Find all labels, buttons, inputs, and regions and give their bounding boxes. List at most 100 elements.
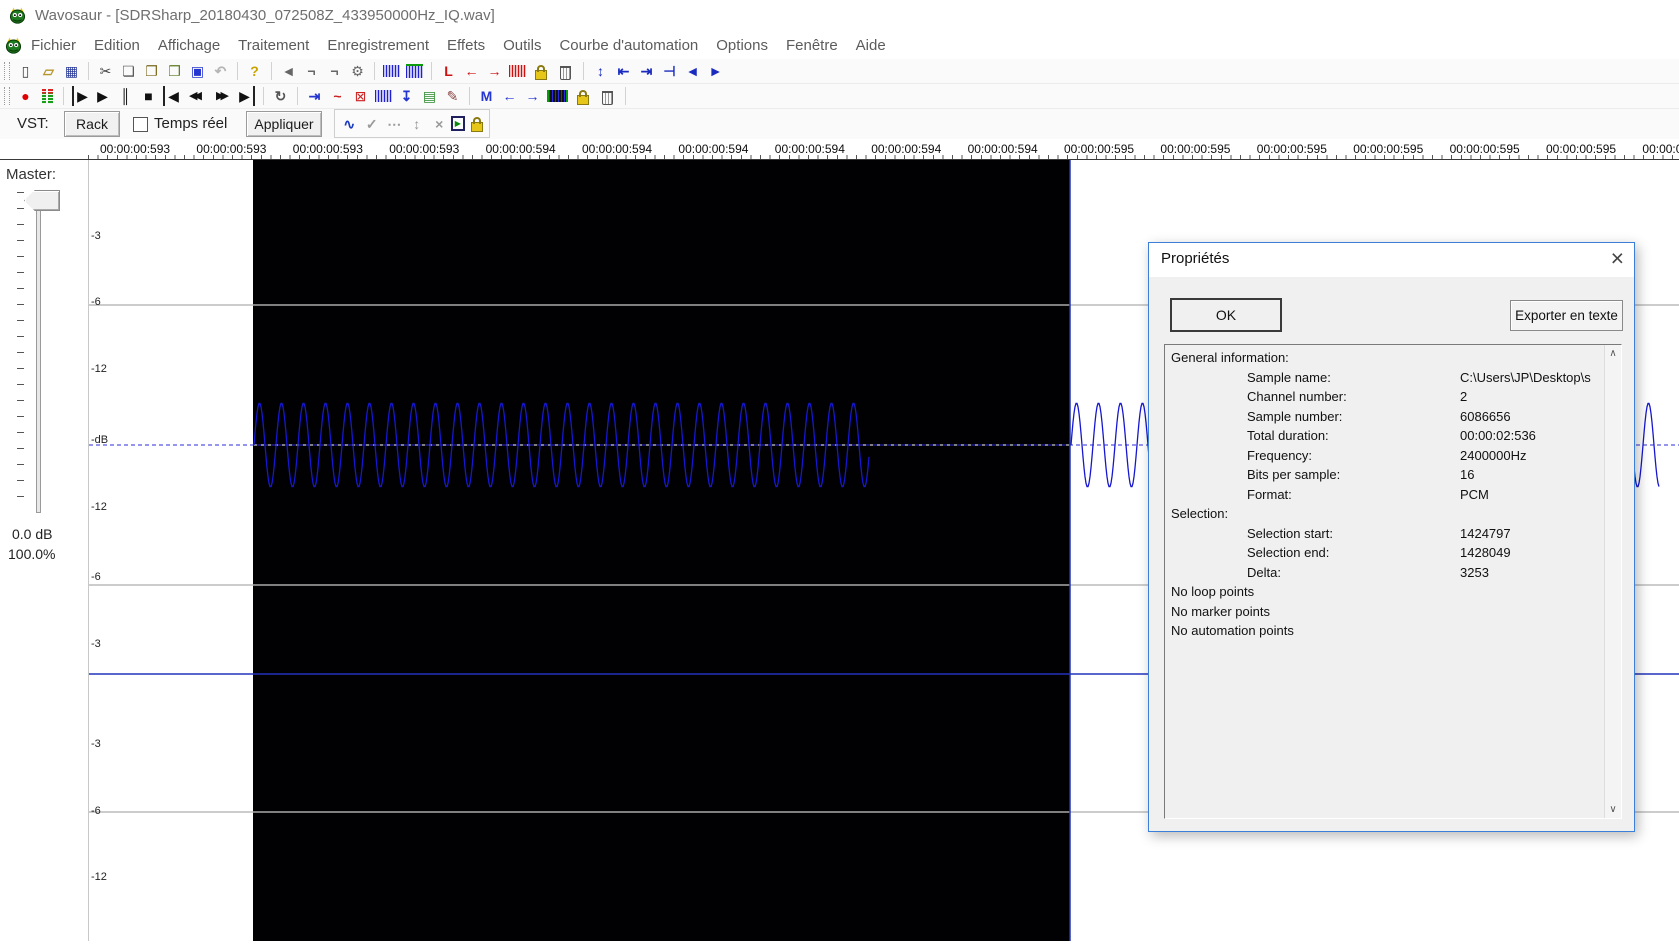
zoom-vertical-icon[interactable]: ↕: [589, 61, 612, 81]
db-scale-label: -6: [91, 805, 101, 817]
insert-icon[interactable]: ⇥: [303, 86, 326, 106]
fast-forward-icon[interactable]: ▶▶: [209, 86, 236, 106]
vu-meter-icon[interactable]: [42, 88, 53, 104]
batch-icon[interactable]: ▤: [418, 86, 441, 106]
pencil-icon[interactable]: ✎: [441, 86, 464, 106]
dialog-row-label: Selection end:: [1247, 545, 1330, 560]
undo-icon[interactable]: ↶: [209, 61, 232, 81]
wave-paste-icon[interactable]: [406, 64, 423, 78]
save-file-icon[interactable]: ▦: [60, 61, 83, 81]
connector-a-icon[interactable]: ¬: [300, 61, 323, 81]
vertical-resize-icon[interactable]: ↕: [406, 114, 429, 134]
dialog-row: No automation points: [1165, 623, 1621, 642]
automation-toolbar: ∿ ✓ ⋯ ↕ × ▶: [334, 109, 490, 138]
statistics-icon[interactable]: ~: [326, 86, 349, 106]
wave-process-icon[interactable]: [375, 90, 392, 102]
paste-icon[interactable]: ❐: [140, 61, 163, 81]
trim-icon[interactable]: ▣: [186, 61, 209, 81]
wave-locators-icon[interactable]: [509, 65, 526, 77]
next-view-icon[interactable]: ►: [704, 61, 727, 81]
go-end-icon[interactable]: ▶: [236, 86, 255, 106]
master-fader-handle[interactable]: [24, 190, 60, 211]
menu-options[interactable]: Options: [707, 35, 777, 56]
open-file-icon[interactable]: ▱: [37, 61, 60, 81]
dialog-row: Channel number: 2: [1165, 389, 1621, 408]
automation-curve-icon[interactable]: ∿: [338, 114, 361, 134]
dialog-row-label: General information:: [1171, 350, 1289, 365]
apply-button[interactable]: Appliquer: [246, 111, 322, 137]
help-icon[interactable]: ?: [243, 61, 266, 81]
time-ruler[interactable]: 00:00:00:593 00:00:00:593 00:00:00:593 00:0…: [0, 139, 1679, 160]
grip-handle[interactable]: [4, 62, 10, 80]
stop-icon[interactable]: ■: [137, 86, 160, 106]
app-icon: [9, 7, 26, 24]
cut-icon[interactable]: ✂: [94, 61, 117, 81]
master-fader-track[interactable]: [36, 193, 41, 513]
marker-prev-icon[interactable]: ←: [498, 86, 521, 106]
dialog-row-label: Selection:: [1171, 506, 1229, 521]
pause-icon[interactable]: ║: [114, 86, 137, 106]
zoom-one-to-one-icon[interactable]: ⊣: [658, 61, 681, 81]
normalize-icon[interactable]: ↧: [395, 86, 418, 106]
copy-icon[interactable]: ❏: [117, 61, 140, 81]
ruler-label: 00:00:00:594: [678, 142, 749, 156]
menu-courbe-d-automation[interactable]: Courbe d'automation: [550, 35, 707, 56]
marker-icon[interactable]: M: [475, 86, 498, 106]
rack-button[interactable]: Rack: [64, 111, 120, 137]
play-automation-icon[interactable]: ▶: [450, 116, 466, 131]
menu-fichier[interactable]: Fichier: [22, 35, 85, 56]
menu-edition[interactable]: Edition: [85, 35, 149, 56]
dialog-row-value: 00:00:02:536: [1460, 428, 1536, 443]
menu-outils[interactable]: Outils: [494, 35, 550, 56]
window-title: Wavosaur - [SDRSharp_20180430_072508Z_43…: [35, 7, 495, 24]
menu-fen-tre[interactable]: Fenêtre: [777, 35, 847, 56]
ruler-label: 00:00:00:594: [582, 142, 653, 156]
left-locator-icon[interactable]: L: [437, 61, 460, 81]
dialog-row-label: No automation points: [1171, 623, 1294, 638]
goto-next-icon[interactable]: →: [483, 61, 506, 81]
scroll-down-icon[interactable]: ∨: [1605, 804, 1621, 815]
grip-handle[interactable]: [4, 87, 10, 105]
points-icon[interactable]: ⋯: [383, 114, 406, 134]
properties-dialog: Propriétés × OK Exporter en texte ∧ ∨ Ge…: [1148, 242, 1635, 832]
menu-enregistrement[interactable]: Enregistrement: [318, 35, 438, 56]
dialog-row-value: PCM: [1460, 486, 1489, 502]
dialog-title-bar[interactable]: Propriétés ×: [1149, 243, 1634, 277]
marker-wave-icon[interactable]: [547, 90, 568, 102]
play-icon[interactable]: ▶: [91, 86, 114, 106]
wrench-icon[interactable]: ⚙: [346, 61, 369, 81]
play-from-cursor-icon[interactable]: ▶: [72, 86, 91, 106]
zoom-in-selection-icon[interactable]: ⇥: [635, 61, 658, 81]
close-icon[interactable]: ×: [1611, 245, 1624, 272]
zoom-out-selection-icon[interactable]: ⇤: [612, 61, 635, 81]
go-start-icon[interactable]: ◀: [163, 86, 182, 106]
lock-icon[interactable]: [535, 64, 547, 80]
menu-affichage[interactable]: Affichage: [149, 35, 229, 56]
prev-view-icon[interactable]: ◄: [681, 61, 704, 81]
marker-next-icon[interactable]: →: [521, 86, 544, 106]
goto-prev-icon[interactable]: ←: [460, 61, 483, 81]
lock-icon[interactable]: [471, 117, 484, 132]
record-icon[interactable]: ●: [14, 86, 37, 106]
loop-icon[interactable]: ↻: [269, 86, 292, 106]
export-text-button[interactable]: Exporter en texte: [1510, 300, 1623, 331]
ok-button[interactable]: OK: [1170, 298, 1282, 332]
dialog-row: Format: PCM: [1165, 487, 1621, 506]
menu-traitement[interactable]: Traitement: [229, 35, 318, 56]
realtime-checkbox[interactable]: [133, 117, 148, 132]
connector-b-icon[interactable]: ¬: [323, 61, 346, 81]
delete-curve-icon[interactable]: ×: [428, 114, 451, 134]
rewind-icon[interactable]: ◀◀: [182, 86, 209, 106]
menu-aide[interactable]: Aide: [847, 35, 895, 56]
apply-check-icon[interactable]: ✓: [361, 114, 384, 134]
wave-copy-icon[interactable]: [383, 65, 400, 77]
menu-effets[interactable]: Effets: [438, 35, 494, 56]
delete-doc-icon[interactable]: ⊠: [349, 86, 372, 106]
dialog-row-label: Bits per sample:: [1247, 467, 1341, 482]
lock-icon[interactable]: [577, 89, 589, 105]
speaker-icon[interactable]: ◄: [277, 61, 300, 81]
trash-icon[interactable]: [560, 65, 571, 80]
new-file-icon[interactable]: ▯: [14, 61, 37, 81]
trash-icon[interactable]: [602, 90, 613, 105]
paste-special-icon[interactable]: ❒: [163, 61, 186, 81]
